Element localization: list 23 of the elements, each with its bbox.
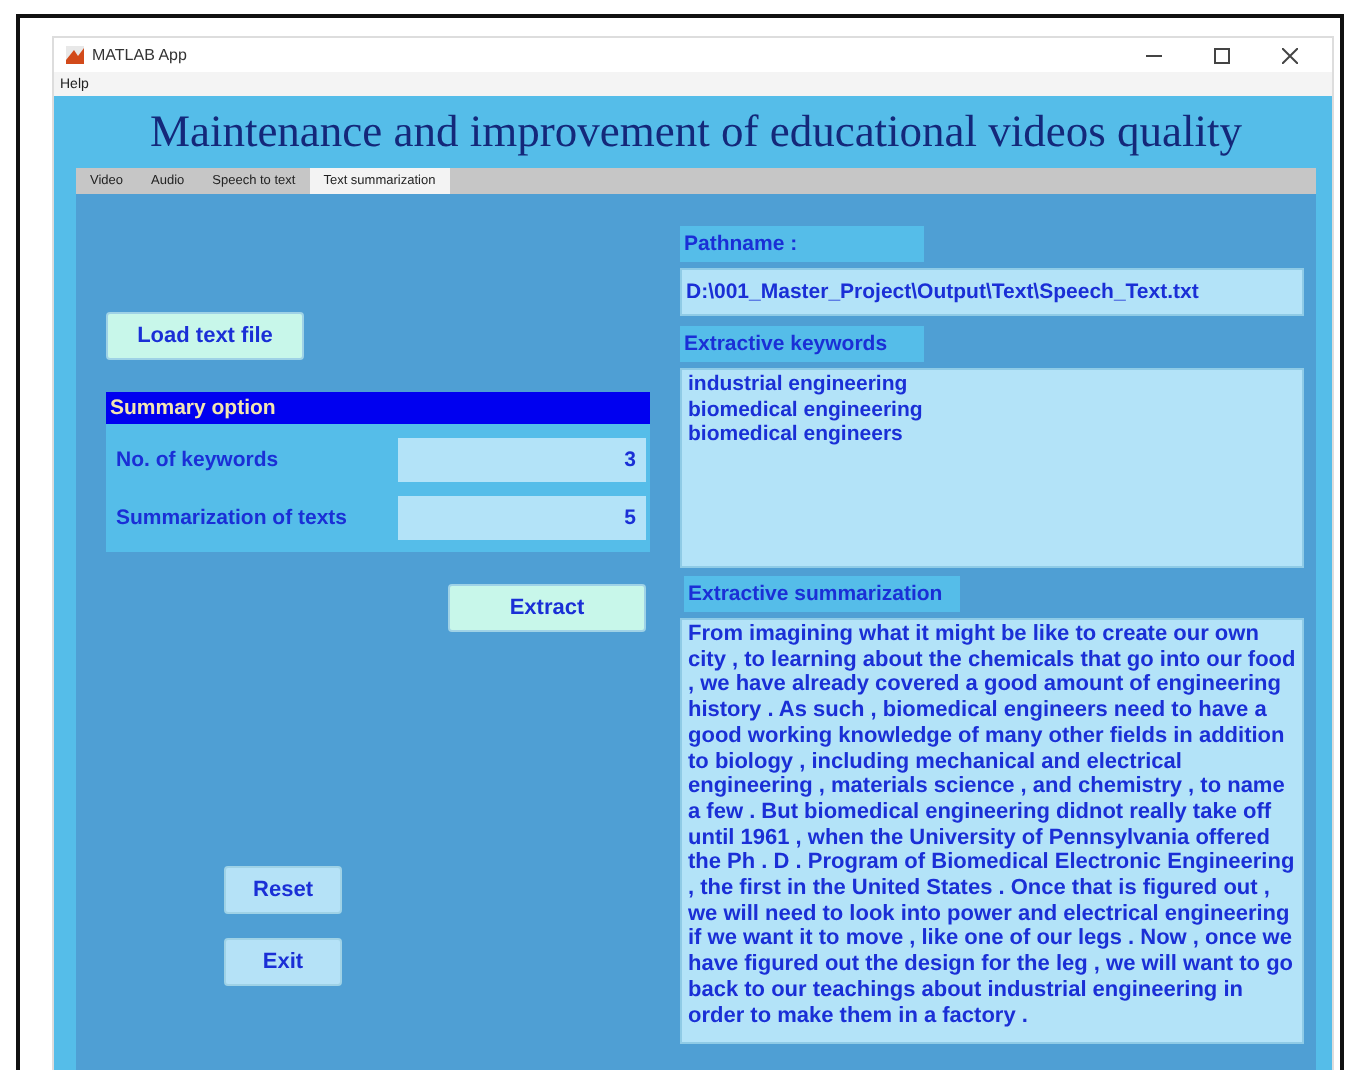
keywords-box[interactable]: industrial engineering biomedical engineering biomedical engineers: [680, 368, 1304, 568]
number-field[interactable]: 5: [398, 496, 646, 540]
keyword-line: industrial engineering: [688, 372, 910, 397]
reset-button[interactable]: Reset: [224, 866, 342, 914]
summary-text: From imagining what it might be like to create our own city , to learning about the chemicals that go into our food , we have already covered a good amount of engineering history . As such , biomedical engineers need to have a good working knowledge of many other fields in addition to biology , including mechanical and electrical engineering , materials science , and chemistry , to name a few . But biomedical engineering didnot really take off until 1961 , when the University of Pennsylvania offered the Ph . D . Program of Biomedical Electronic Engineering , the first in the United States . Once that is figured out , we will need to look into power and electrical engineering if we want it to move , like one of our legs . Now , once we have figured out the design for the leg , we will want to go back to our teachings about industrial engineering in order to make them in a factory .: [688, 622, 1296, 1029]
window-title: MATLAB App: [92, 46, 189, 64]
keyword-line: biomedical engineering: [688, 397, 925, 422]
keyword-line: biomedical engineers: [688, 422, 905, 447]
extract-button[interactable]: Extract: [448, 584, 646, 632]
exit-button[interactable]: Exit: [224, 938, 342, 986]
maximize-icon: [1214, 47, 1230, 63]
field-label: Summarization of texts: [116, 506, 348, 530]
close-icon: [1282, 47, 1298, 63]
pathname-label: Pathname :: [680, 226, 924, 262]
load-file-button[interactable]: Load text file: [106, 312, 304, 360]
field-label: No. of keywords: [116, 448, 279, 472]
path-field[interactable]: D:\001_Master_Project\Output\Text\Speech_Text.txt: [680, 268, 1304, 316]
group-title: Summary option: [106, 392, 650, 424]
app-heading: Maintenance and improvement of educational videos quality: [147, 104, 1245, 160]
number-field[interactable]: 3: [398, 438, 646, 482]
keywords-label: Extractive keywords: [680, 326, 924, 362]
summarization-label: Extractive summarization: [684, 576, 960, 612]
app-logo-icon: [66, 46, 84, 64]
